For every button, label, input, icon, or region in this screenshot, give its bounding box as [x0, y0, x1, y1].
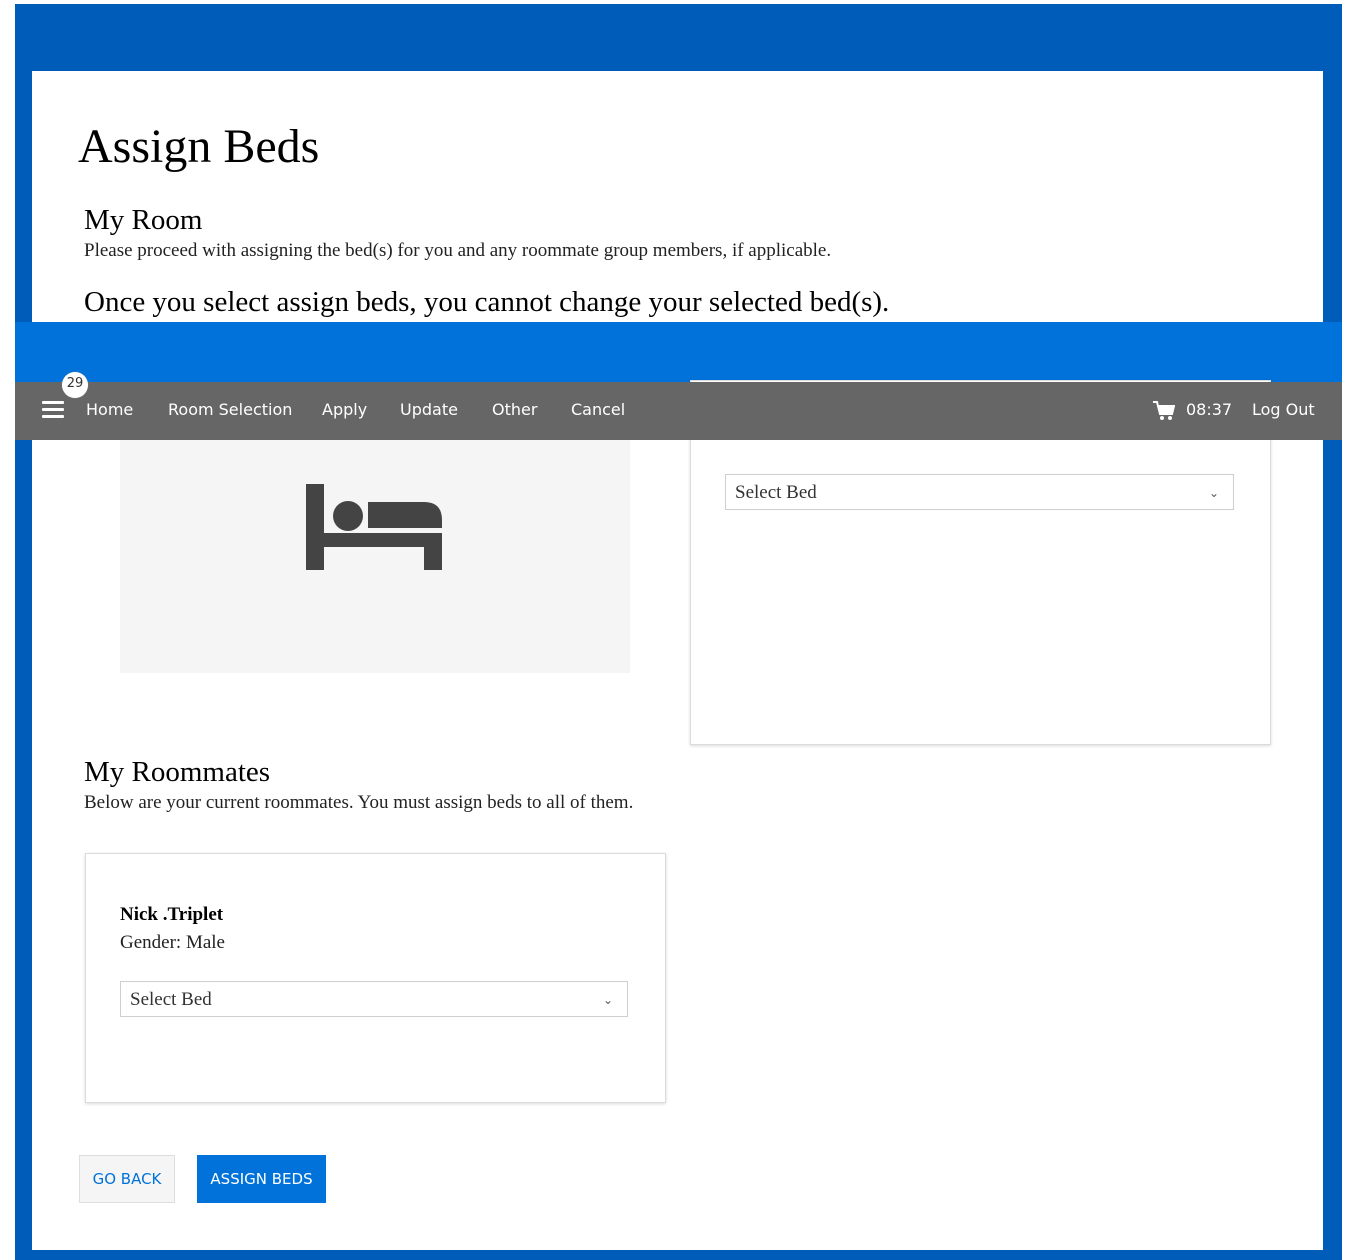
roommate-bed-select[interactable]: Select Bed ⌄: [120, 981, 628, 1017]
notification-badge[interactable]: 29: [62, 372, 88, 398]
assign-warning: Once you select assign beds, you cannot …: [84, 286, 890, 318]
nav-room-selection[interactable]: Room Selection: [168, 400, 292, 419]
my-room-title: My Room: [84, 204, 203, 236]
chevron-down-icon: ⌄: [602, 993, 613, 1007]
chevron-down-icon: ⌄: [1208, 486, 1219, 500]
nav-update[interactable]: Update: [400, 400, 458, 419]
roommates-description: Below are your current roommates. You mu…: [84, 792, 634, 813]
my-room-description: Please proceed with assigning the bed(s)…: [84, 240, 832, 261]
my-bed-select[interactable]: Select Bed ⌄: [725, 474, 1234, 510]
room-image: [120, 440, 630, 673]
top-navbar: 29 Home Room Selection Apply Update Othe…: [15, 372, 1342, 440]
roommate-bed-select-value: Select Bed: [130, 989, 212, 1010]
page-title: Assign Beds: [78, 120, 320, 173]
nav-home[interactable]: Home: [86, 400, 133, 419]
shopping-cart-icon[interactable]: [1153, 401, 1175, 421]
bed-icon: [306, 484, 442, 570]
my-bed-select-value: Select Bed: [735, 482, 817, 503]
go-back-button[interactable]: GO BACK: [79, 1155, 175, 1203]
header-strip: [15, 322, 1342, 382]
nav-apply[interactable]: Apply: [322, 400, 367, 419]
roommate-gender: Gender: Male: [120, 932, 225, 953]
assign-beds-button[interactable]: ASSIGN BEDS: [197, 1155, 326, 1203]
hamburger-menu-icon[interactable]: [42, 401, 64, 419]
session-time: 08:37: [1186, 400, 1233, 419]
roommates-title: My Roommates: [84, 756, 271, 788]
roommate-name: Nick .Triplet: [120, 904, 224, 925]
nav-other[interactable]: Other: [492, 400, 537, 419]
nav-cancel[interactable]: Cancel: [571, 400, 625, 419]
roommate-card: Nick .Triplet Gender: Male Select Bed ⌄: [85, 853, 666, 1103]
logout-link[interactable]: Log Out: [1252, 400, 1315, 419]
